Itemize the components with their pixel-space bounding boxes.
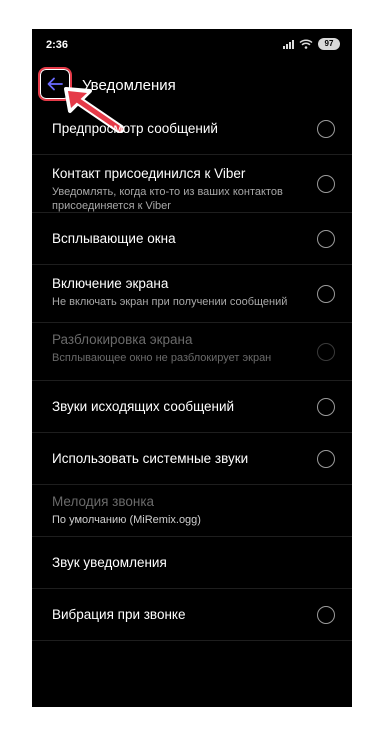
wifi-icon (299, 39, 313, 49)
setting-ringtone: Мелодия звонка По умолчанию (MiRemix.ogg… (32, 485, 352, 537)
status-icons: 97 (283, 38, 340, 50)
setting-subtitle: Не включать экран при получении сообщени… (52, 296, 288, 308)
toggle-circle-icon[interactable] (317, 230, 335, 248)
setting-title: Звук уведомления (52, 555, 167, 570)
setting-title: Предпросмотр сообщений (52, 121, 218, 136)
setting-subtitle: Уведомлять, когда кто-то из ваших контак… (52, 186, 283, 212)
toggle-circle-icon[interactable] (317, 450, 335, 468)
setting-title: Звуки исходящих сообщений (52, 399, 235, 414)
setting-screen-on[interactable]: Включение экрана Не включать экран при п… (32, 265, 352, 323)
signal-icon (283, 39, 294, 49)
setting-title: Мелодия звонка (52, 494, 155, 509)
setting-title: Всплывающие окна (52, 231, 176, 246)
setting-outgoing-sounds[interactable]: Звуки исходящих сообщений (32, 381, 352, 433)
status-bar: 2:36 97 (32, 29, 352, 61)
toggle-circle-icon[interactable] (317, 398, 335, 416)
setting-vibrate-on-call[interactable]: Вибрация при звонке (32, 589, 352, 641)
setting-subtitle: Всплывающее окно не разблокирует экран (52, 352, 272, 364)
toggle-circle-icon[interactable] (317, 606, 335, 624)
setting-title: Вибрация при звонке (52, 607, 186, 622)
toggle-circle-icon[interactable] (317, 285, 335, 303)
setting-title: Использовать системные звуки (52, 451, 249, 466)
toggle-circle-icon[interactable] (317, 120, 335, 138)
settings-list: Предпросмотр сообщений Контакт присоедин… (32, 103, 352, 641)
setting-subtitle: По умолчанию (MiRemix.ogg) (52, 514, 201, 526)
setting-popup-windows[interactable]: Всплывающие окна (32, 213, 352, 265)
setting-title: Разблокировка экрана (52, 332, 193, 347)
toggle-circle-icon (317, 343, 335, 361)
setting-title: Включение экрана (52, 276, 169, 291)
phone-screen: 2:36 97 Уведомления Предпросмотр сообщен… (32, 29, 352, 707)
setting-notification-sound[interactable]: Звук уведомления (32, 537, 352, 589)
setting-title: Контакт присоединился к Viber (52, 166, 246, 181)
status-time: 2:36 (46, 39, 69, 51)
setting-message-preview[interactable]: Предпросмотр сообщений (32, 103, 352, 155)
setting-system-sounds[interactable]: Использовать системные звуки (32, 433, 352, 485)
toggle-circle-icon[interactable] (317, 175, 335, 193)
battery-icon: 97 (318, 38, 340, 50)
setting-contact-joined[interactable]: Контакт присоединился к Viber Уведомлять… (32, 155, 352, 213)
setting-screen-unlock: Разблокировка экрана Всплывающее окно не… (32, 323, 352, 381)
